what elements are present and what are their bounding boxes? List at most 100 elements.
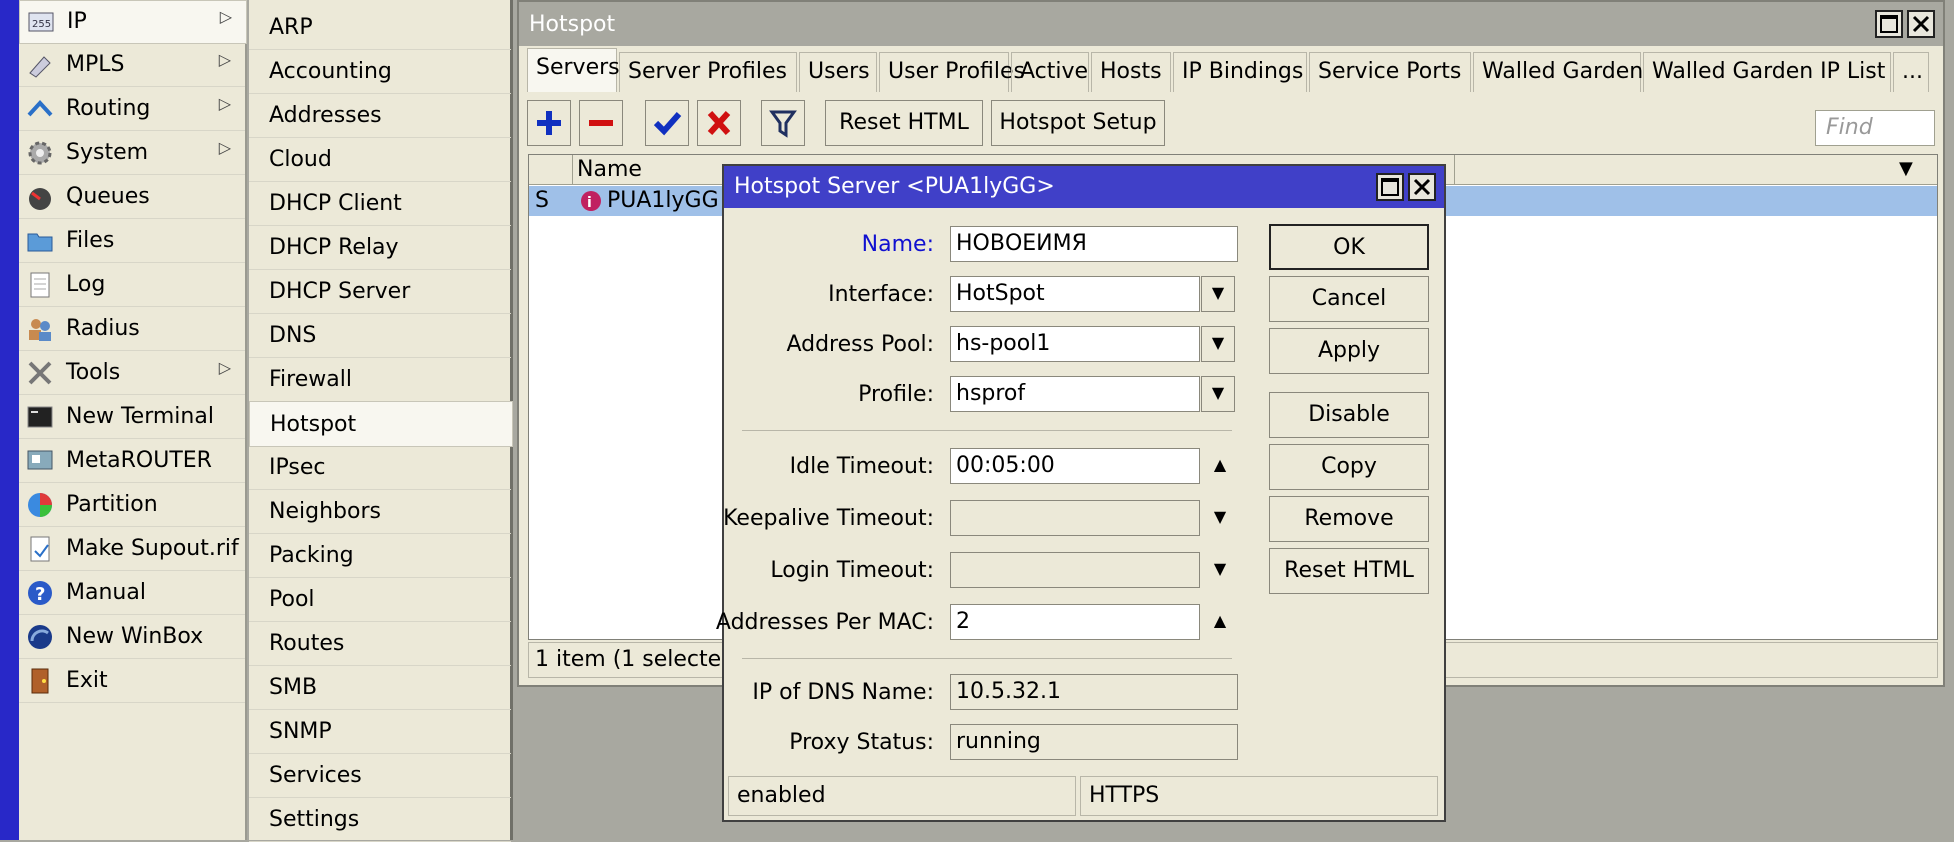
tab-ip-bindings[interactable]: IP Bindings — [1173, 52, 1307, 92]
copy-button[interactable]: Copy — [1269, 444, 1429, 490]
ok-button[interactable]: OK — [1269, 224, 1429, 270]
tab-label: Servers — [536, 55, 620, 80]
menu-item-partition[interactable]: Partition — [19, 484, 245, 527]
column-header-flag[interactable] — [529, 155, 573, 185]
button-label: Disable — [1308, 402, 1390, 427]
submenu-item-pool[interactable]: Pool — [249, 577, 511, 622]
submenu-item-services[interactable]: Services — [249, 753, 511, 798]
submenu-item-accounting[interactable]: Accounting — [249, 49, 511, 94]
addresses-per-mac-field[interactable]: 2 — [950, 604, 1200, 640]
close-button[interactable] — [1907, 10, 1935, 38]
disable-button[interactable] — [697, 100, 741, 146]
mpls-icon — [29, 56, 51, 78]
tab-label: ... — [1902, 59, 1923, 84]
submenu-item-label: Addresses — [269, 103, 382, 128]
columns-dropdown-icon[interactable]: ▼ — [1899, 158, 1913, 179]
submenu-item-packing[interactable]: Packing — [249, 533, 511, 578]
interface-select[interactable]: HotSpot — [950, 276, 1200, 312]
submenu-item-snmp[interactable]: SNMP — [249, 709, 511, 754]
submenu-item-dhcp-client[interactable]: DHCP Client — [249, 181, 511, 226]
submenu-item-dhcp-server[interactable]: DHCP Server — [249, 269, 511, 314]
menu-item-queues[interactable]: Queues — [19, 176, 245, 219]
remove-server-button[interactable]: Remove — [1269, 496, 1429, 542]
menu-item-mpls[interactable]: MPLS ▷ — [19, 44, 245, 87]
dialog-close-button[interactable] — [1408, 173, 1436, 201]
hotspot-title-bar[interactable]: Hotspot — [519, 2, 1943, 46]
left-sidebar-strip — [0, 0, 19, 840]
tab-servers[interactable]: Servers — [527, 48, 620, 92]
svg-text:?: ? — [35, 584, 45, 605]
add-button[interactable] — [527, 100, 571, 146]
menu-item-metarouter[interactable]: MetaROUTER — [19, 440, 245, 483]
proxy-status-value: running — [956, 729, 1041, 754]
submenu-item-addresses[interactable]: Addresses — [249, 93, 511, 138]
enable-button[interactable] — [645, 100, 689, 146]
keepalive-timeout-field[interactable] — [950, 500, 1200, 536]
dialog-title-bar[interactable]: Hotspot Server <PUA1lyGG> — [724, 166, 1444, 208]
menu-item-tools[interactable]: Tools ▷ — [19, 352, 245, 395]
submenu-item-arp[interactable]: ARP — [249, 5, 511, 50]
column-header-name[interactable]: Name — [573, 157, 642, 182]
name-field[interactable]: НОВОЕИМЯ — [950, 226, 1238, 262]
interface-dropdown-button[interactable]: ▼ — [1201, 276, 1235, 312]
addresses-per-mac-collapse-button[interactable]: ▲ — [1208, 604, 1232, 640]
menu-item-new-winbox[interactable]: New WinBox — [19, 616, 245, 659]
submenu-item-routes[interactable]: Routes — [249, 621, 511, 666]
submenu-item-dns[interactable]: DNS — [249, 313, 511, 358]
menu-item-new-terminal[interactable]: New Terminal — [19, 396, 245, 439]
find-input[interactable]: Find — [1815, 110, 1935, 146]
menu-item-radius[interactable]: Radius — [19, 308, 245, 351]
idle-timeout-field[interactable]: 00:05:00 — [950, 448, 1200, 484]
address-pool-select[interactable]: hs-pool1 — [950, 326, 1200, 362]
menu-item-make-supout[interactable]: Make Supout.rif — [19, 528, 245, 571]
menu-item-files[interactable]: Files — [19, 220, 245, 263]
submenu-item-neighbors[interactable]: Neighbors — [249, 489, 511, 534]
menu-item-system[interactable]: System ▷ — [19, 132, 245, 175]
tab-walled-garden[interactable]: Walled Garden — [1473, 52, 1643, 92]
tab-more[interactable]: ... — [1893, 52, 1929, 92]
reset-html-button[interactable]: Reset HTML — [825, 100, 983, 146]
tab-service-ports[interactable]: Service Ports — [1309, 52, 1471, 92]
tab-label: IP Bindings — [1182, 59, 1304, 84]
submenu-item-dhcp-relay[interactable]: DHCP Relay — [249, 225, 511, 270]
tab-user-profiles[interactable]: User Profiles — [879, 52, 1025, 92]
profile-dropdown-button[interactable]: ▼ — [1201, 376, 1235, 412]
disable-server-button[interactable]: Disable — [1269, 392, 1429, 438]
profile-label: Profile: — [858, 382, 934, 407]
submenu-item-ipsec[interactable]: IPsec — [249, 445, 511, 490]
tab-walled-garden-ip-list[interactable]: Walled Garden IP List — [1643, 52, 1891, 92]
menu-item-manual[interactable]: ? Manual — [19, 572, 245, 615]
menu-item-exit[interactable]: Exit — [19, 660, 245, 703]
filter-button[interactable] — [761, 100, 805, 146]
keepalive-timeout-expand-button[interactable]: ▼ — [1208, 500, 1232, 536]
tab-active[interactable]: Active — [1011, 52, 1089, 92]
submenu-item-hotspot[interactable]: Hotspot — [249, 401, 513, 447]
login-timeout-expand-button[interactable]: ▼ — [1208, 552, 1232, 588]
tab-hosts[interactable]: Hosts — [1091, 52, 1171, 92]
submenu-item-smb[interactable]: SMB — [249, 665, 511, 710]
idle-timeout-collapse-button[interactable]: ▲ — [1208, 448, 1232, 484]
menu-item-label: New WinBox — [66, 624, 204, 649]
menu-item-routing[interactable]: Routing ▷ — [19, 88, 245, 131]
remove-button[interactable] — [579, 100, 623, 146]
svg-text:255: 255 — [32, 19, 51, 30]
menu-item-ip[interactable]: 255 IP ▷ — [19, 0, 247, 44]
address-pool-dropdown-button[interactable]: ▼ — [1201, 326, 1235, 362]
apply-button[interactable]: Apply — [1269, 328, 1429, 374]
maximize-button[interactable] — [1875, 10, 1903, 38]
submenu-item-settings[interactable]: Settings — [249, 797, 511, 842]
login-timeout-field[interactable] — [950, 552, 1200, 588]
submenu-item-cloud[interactable]: Cloud — [249, 137, 511, 182]
submenu-item-firewall[interactable]: Firewall — [249, 357, 511, 402]
cancel-button[interactable]: Cancel — [1269, 276, 1429, 322]
tab-server-profiles[interactable]: Server Profiles — [619, 52, 797, 92]
separator — [742, 658, 1232, 661]
menu-item-log[interactable]: Log — [19, 264, 245, 307]
dialog-maximize-button[interactable] — [1376, 173, 1404, 201]
hotspot-setup-button[interactable]: Hotspot Setup — [991, 100, 1165, 146]
tab-users[interactable]: Users — [799, 52, 877, 92]
dialog-reset-html-button[interactable]: Reset HTML — [1269, 548, 1429, 594]
submenu-arrow-icon: ▷ — [218, 358, 231, 377]
submenu-item-label: Settings — [269, 807, 360, 832]
profile-select[interactable]: hsprof — [950, 376, 1200, 412]
